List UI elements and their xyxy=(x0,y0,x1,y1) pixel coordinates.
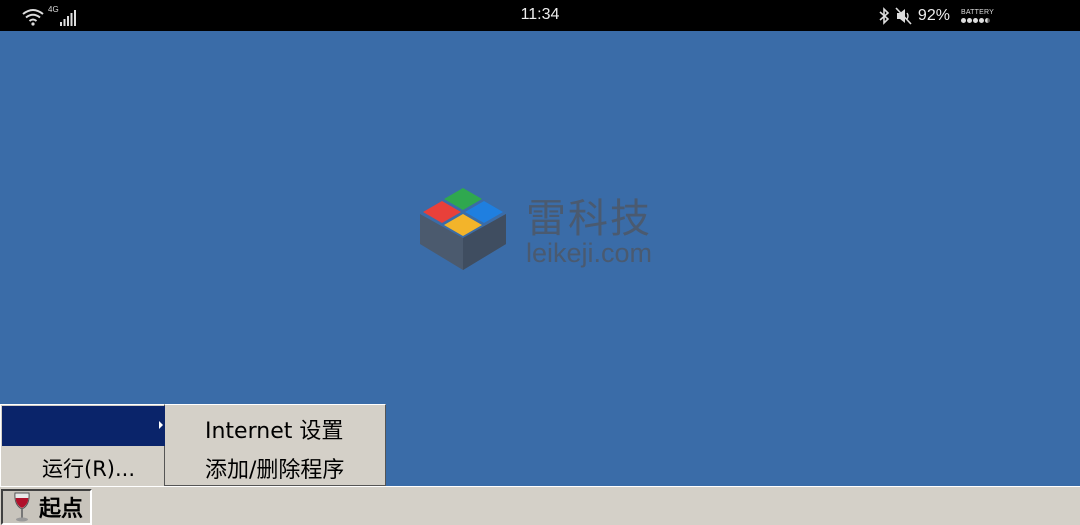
mute-icon xyxy=(895,7,912,25)
watermark-title: 雷科技 xyxy=(526,196,652,242)
submenu-arrow-icon xyxy=(159,421,163,429)
status-bar: 4G 11:34 92% BATTERY xyxy=(0,0,1080,31)
start-menu: 运行(R)... xyxy=(0,404,165,486)
bluetooth-icon xyxy=(879,7,890,25)
watermark: 雷科技 leikeji.com xyxy=(418,186,678,272)
battery-percent: 92% xyxy=(917,7,950,24)
battery-icon: BATTERY xyxy=(960,9,994,23)
cube-logo-icon xyxy=(420,188,506,270)
status-right: 92% BATTERY xyxy=(878,4,994,28)
wine-glass-icon xyxy=(14,492,30,522)
start-button[interactable]: 起点 xyxy=(1,489,92,525)
submenu-item-internet-settings[interactable]: Internet 设置 xyxy=(205,413,343,445)
battery-label: BATTERY xyxy=(960,9,994,16)
watermark-url: leikeji.com xyxy=(526,238,653,268)
start-label: 起点 xyxy=(39,497,84,522)
taskbar: 起点 xyxy=(0,486,1080,525)
submenu: Internet 设置 添加/删除程序 xyxy=(165,404,386,486)
submenu-item-add-remove-programs[interactable]: 添加/删除程序 xyxy=(205,452,344,484)
battery-dots xyxy=(960,18,990,23)
start-menu-item-selected[interactable] xyxy=(2,406,165,446)
start-menu-item-run[interactable]: 运行(R)... xyxy=(2,449,165,489)
